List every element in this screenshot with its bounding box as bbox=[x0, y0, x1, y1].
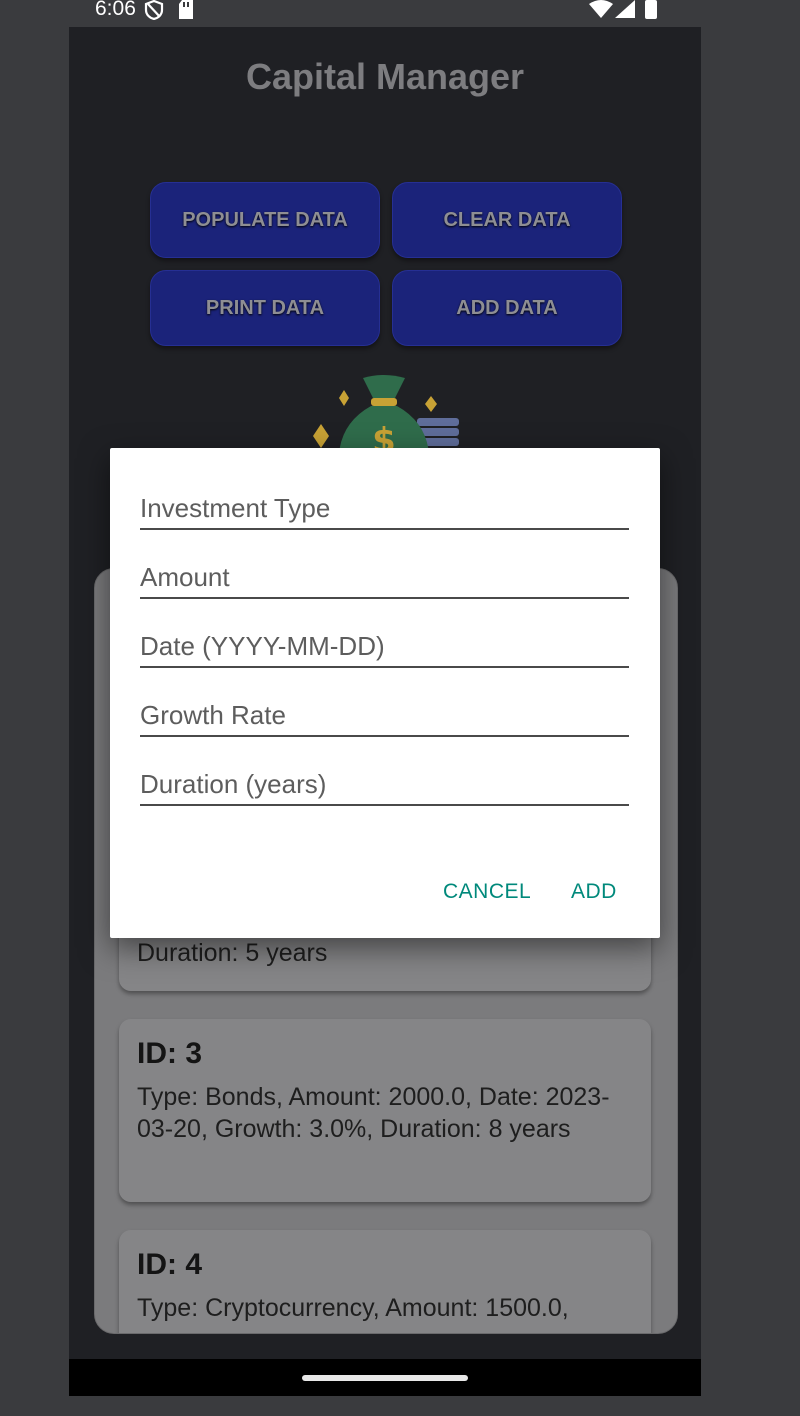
wifi-icon bbox=[589, 0, 613, 18]
navigation-bar bbox=[69, 1359, 701, 1396]
app-title: Capital Manager bbox=[245, 56, 525, 97]
clear-data-button[interactable]: CLEAR DATA bbox=[392, 182, 622, 258]
list-item[interactable]: ID: 4 Type: Cryptocurrency, Amount: 1500… bbox=[119, 1230, 651, 1333]
duration-field[interactable] bbox=[140, 764, 629, 806]
add-investment-dialog: CANCEL ADD bbox=[110, 448, 660, 938]
list-item-text: Duration: 5 years bbox=[137, 939, 328, 967]
add-data-button[interactable]: ADD DATA bbox=[392, 270, 622, 346]
list-item-text: Type: Bonds, Amount: 2000.0, Date: 2023-… bbox=[137, 1083, 610, 1143]
shield-icon bbox=[144, 0, 164, 20]
growth-rate-input[interactable] bbox=[140, 700, 629, 731]
populate-data-button[interactable]: POPULATE DATA bbox=[150, 182, 380, 258]
add-button[interactable]: ADD bbox=[571, 880, 617, 904]
home-gesture-handle[interactable] bbox=[302, 1375, 468, 1381]
cancel-button[interactable]: CANCEL bbox=[443, 880, 531, 904]
list-item-id: ID: 3 bbox=[137, 1037, 203, 1070]
list-item-id: ID: 4 bbox=[137, 1248, 203, 1281]
battery-icon bbox=[645, 0, 657, 19]
status-time: 6:06 bbox=[95, 0, 136, 20]
amount-field[interactable] bbox=[140, 557, 629, 599]
growth-rate-field[interactable] bbox=[140, 695, 629, 737]
signal-icon bbox=[615, 0, 635, 18]
print-data-button[interactable]: PRINT DATA bbox=[150, 270, 380, 346]
list-item[interactable]: ID: 3 Type: Bonds, Amount: 2000.0, Date:… bbox=[119, 1019, 651, 1202]
amount-input[interactable] bbox=[140, 562, 629, 593]
duration-input[interactable] bbox=[140, 769, 629, 800]
sd-card-icon bbox=[179, 0, 193, 19]
date-input[interactable] bbox=[140, 631, 629, 662]
money-bag-illustration: $ bbox=[299, 370, 469, 448]
investment-type-input[interactable] bbox=[140, 493, 629, 524]
money-bag-icon: $ bbox=[313, 375, 459, 448]
svg-text:$: $ bbox=[372, 421, 396, 448]
status-bar: 6:06 bbox=[69, 0, 701, 27]
investment-type-field[interactable] bbox=[140, 488, 629, 530]
date-field[interactable] bbox=[140, 626, 629, 668]
list-item-text: Type: Cryptocurrency, Amount: 1500.0, bbox=[137, 1294, 569, 1322]
